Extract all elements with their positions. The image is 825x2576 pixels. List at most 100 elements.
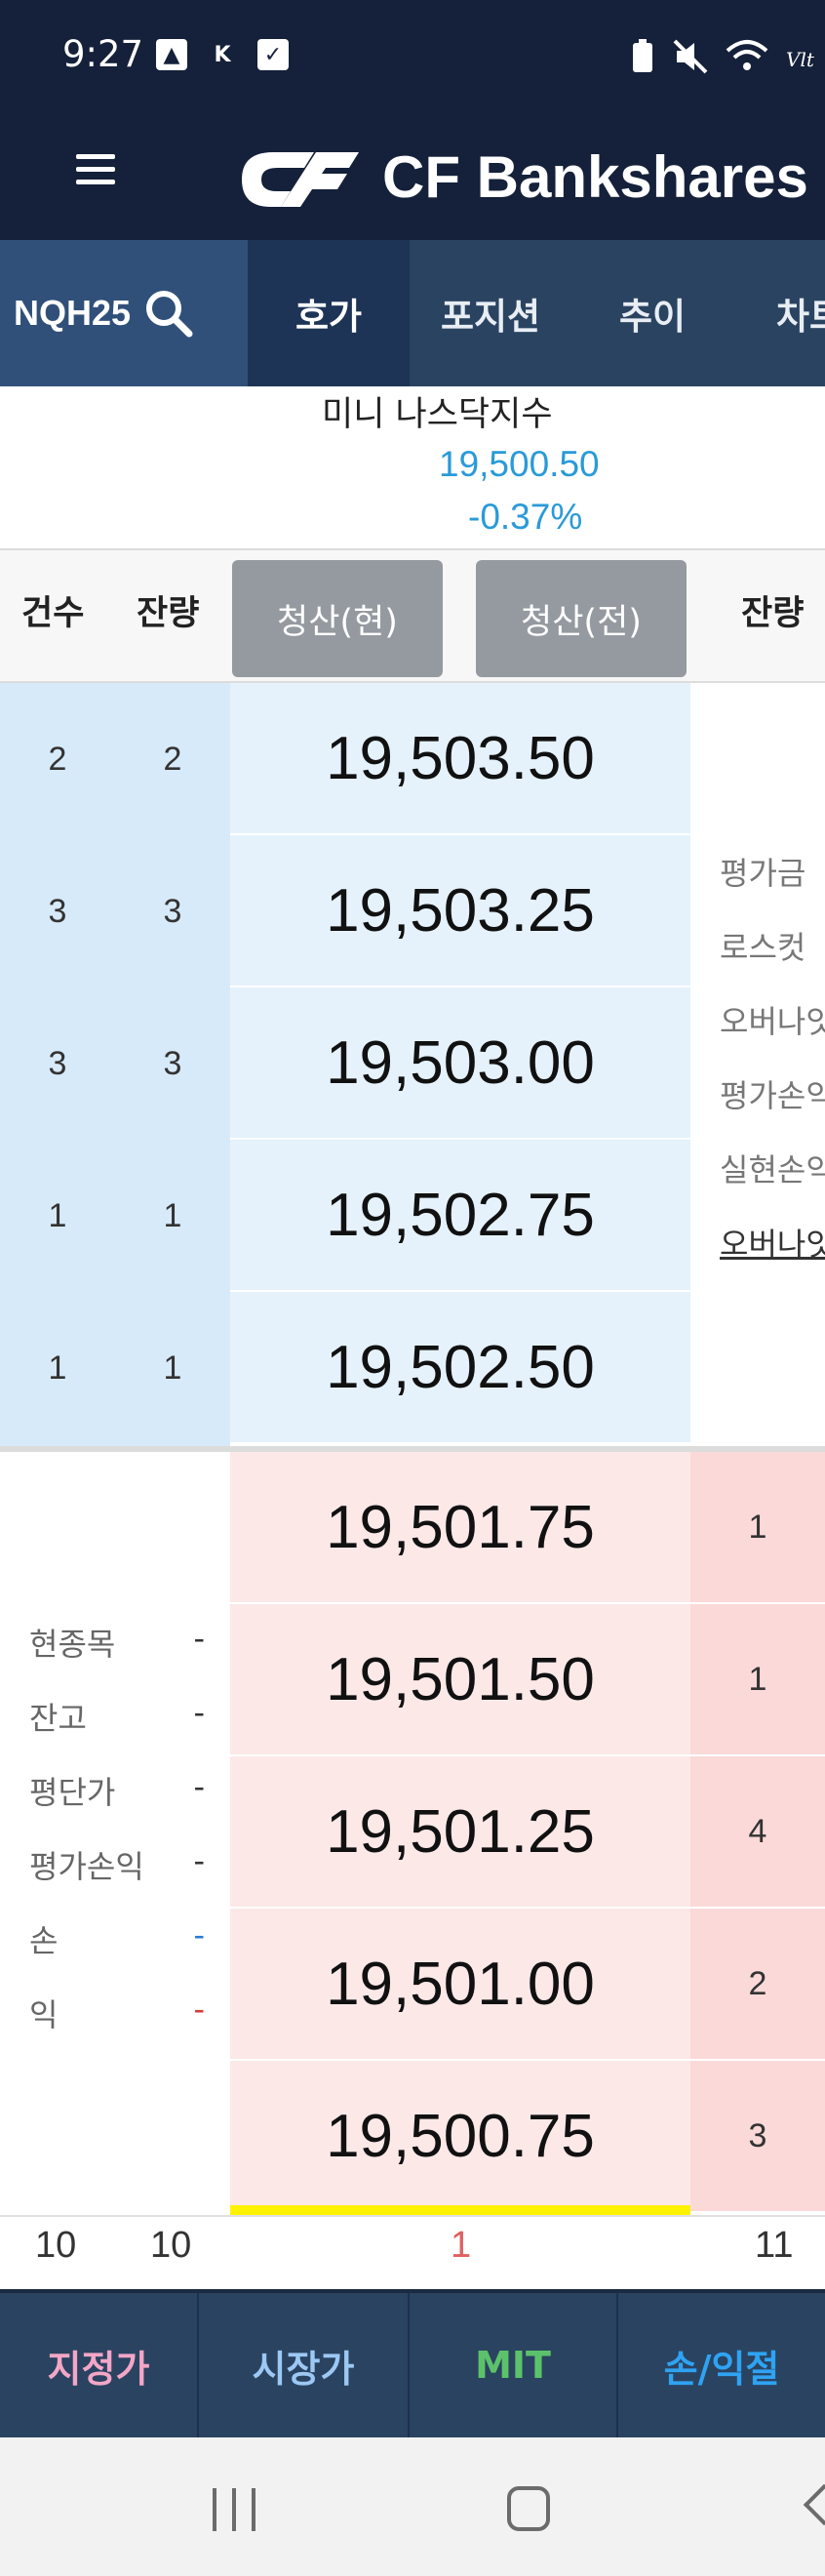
total-diff: 1 <box>451 2225 472 2266</box>
overnight-label: 오버나잇 <box>720 1003 825 1040</box>
total-sell-count: 10 <box>35 2225 77 2266</box>
status-bar: 9:27 ▲ K ✓ Vlt <box>0 0 825 115</box>
sell-qty: 2 <box>163 740 182 778</box>
status-time: 9:27 <box>62 33 144 75</box>
signal-icon: Vlt <box>786 48 815 71</box>
buy-qty: 1 <box>690 1452 825 1604</box>
buy-qty: 1 <box>690 1604 825 1756</box>
sell-qty: 3 <box>163 892 182 930</box>
order-type-bar: 지정가 시장가 MIT 손/익절 <box>0 2289 825 2437</box>
instrument-change: -0.37% <box>468 497 583 537</box>
position-label: 평단가 <box>29 1774 116 1811</box>
buy-price-cell[interactable]: 19,501.00 <box>230 1909 690 2061</box>
col-count-label: 건수 <box>21 594 85 633</box>
status-system-icons: Vlt <box>630 39 825 74</box>
position-label: 현종목 <box>29 1626 116 1663</box>
buy-qty: 2 <box>690 1909 825 2061</box>
buy-qty: 3 <box>690 2061 825 2213</box>
sell-orders: 2 2 19,503.50 3 3 19,503.25 3 3 19,503.0… <box>0 683 825 1446</box>
tab-trend[interactable]: 추이 <box>571 240 733 386</box>
buy-price-cell[interactable]: 19,501.25 <box>230 1756 690 1909</box>
buy-price-cell[interactable]: 19,501.50 <box>230 1604 690 1756</box>
tab-position[interactable]: 포지션 <box>410 240 571 386</box>
gallery-icon: ▲ <box>156 39 187 70</box>
home-icon[interactable] <box>507 2486 550 2531</box>
symbol-code: NQH25 <box>14 293 132 333</box>
app-notification-icon: K <box>214 42 231 67</box>
tab-bar: NQH25 호가 포지션 추이 차트 <box>0 240 825 386</box>
realized-pnl-label: 실현손익 <box>720 1151 825 1188</box>
instrument-price: 19,500.50 <box>439 444 600 484</box>
symbol-selector[interactable]: NQH25 <box>0 240 248 386</box>
total-buy-qty: 11 <box>755 2225 794 2266</box>
sell-price-cell[interactable]: 19,503.00 <box>230 987 690 1140</box>
mute-icon <box>673 39 708 74</box>
position-value: - <box>193 1916 205 1953</box>
wifi-icon <box>726 40 768 70</box>
position-label: 손 <box>29 1922 59 1959</box>
position-value: - <box>193 1842 205 1879</box>
eval-amount-label: 평가금 <box>720 855 806 892</box>
col-qty-right-label: 잔량 <box>741 594 805 633</box>
sell-price-cell[interactable]: 19,503.50 <box>230 683 690 835</box>
buy-price-cell[interactable]: 19,501.75 <box>230 1452 690 1604</box>
mit-order-button[interactable]: MIT <box>410 2293 618 2437</box>
sell-row: 1 1 19,502.75 <box>0 1140 690 1292</box>
totals-row: 10 10 1 11 <box>0 2215 825 2287</box>
tab-orderbook[interactable]: 호가 <box>248 240 410 386</box>
market-order-button[interactable]: 시장가 <box>199 2293 410 2437</box>
brand-name: CF Bankshares <box>382 144 808 210</box>
position-value: - <box>193 1620 205 1657</box>
sell-qty: 1 <box>163 1348 182 1387</box>
losscut-label: 로스컷 <box>720 929 806 966</box>
android-nav-bar <box>0 2437 825 2576</box>
stop-profit-button[interactable]: 손/익절 <box>618 2293 825 2437</box>
buy-qty: 4 <box>690 1756 825 1909</box>
position-row: 평가손익 - <box>29 1842 205 1893</box>
orderbook-column-header: 건수 잔량 청산(현) 청산(전) 잔량 <box>0 548 825 683</box>
buy-price-cell[interactable]: 19,500.75 <box>230 2061 690 2213</box>
account-summary-panel: 평가금 로스컷 오버나잇 평가손익 실현손익 오버나잇 <box>690 683 825 1446</box>
sell-price-cell[interactable]: 19,502.50 <box>230 1292 690 1444</box>
clear-all-button[interactable]: 청산(전) <box>476 560 687 677</box>
position-label: 평가손익 <box>29 1848 144 1885</box>
sell-qty: 1 <box>163 1196 182 1234</box>
sell-row: 1 1 19,502.50 <box>0 1292 690 1444</box>
recent-apps-icon[interactable] <box>213 2488 261 2531</box>
sell-count: 1 <box>48 1196 67 1234</box>
position-summary: 현종목 - 잔고 - 평단가 - 평가손익 - 손 - 익 - <box>0 1452 230 2209</box>
status-notification-icons: ▲ K ✓ <box>156 39 289 70</box>
sell-count: 3 <box>48 1044 67 1082</box>
limit-order-button[interactable]: 지정가 <box>0 2293 199 2437</box>
sell-count: 3 <box>48 892 67 930</box>
position-row: 손 - <box>29 1916 205 1967</box>
sell-row: 3 3 19,503.00 <box>0 987 690 1140</box>
col-qty-label: 잔량 <box>137 594 200 633</box>
total-sell-qty: 10 <box>150 2225 192 2266</box>
svg-text:Vlt: Vlt <box>786 48 815 71</box>
eval-pnl-label: 평가손익 <box>720 1077 825 1114</box>
clear-current-button[interactable]: 청산(현) <box>232 560 443 677</box>
tab-chart[interactable]: 차트 <box>733 240 825 386</box>
sell-row: 2 2 19,503.50 <box>0 683 690 835</box>
instrument-info: 미니 나스닥지수 19,500.50 -0.37% <box>0 386 825 548</box>
position-value: - <box>193 1694 205 1731</box>
sell-price-cell[interactable]: 19,502.75 <box>230 1140 690 1292</box>
position-value: - <box>193 1768 205 1805</box>
position-value: - <box>193 1991 205 2028</box>
cf-logo-icon <box>242 152 359 207</box>
sell-price-cell[interactable]: 19,503.25 <box>230 835 690 987</box>
app-header: CF Bankshares <box>0 115 825 240</box>
back-icon[interactable] <box>803 2483 825 2526</box>
sell-count: 2 <box>48 740 67 778</box>
checkbox-notification-icon: ✓ <box>257 39 289 70</box>
position-row: 잔고 - <box>29 1694 205 1745</box>
overnight-link[interactable]: 오버나잇 <box>720 1220 825 1265</box>
sell-row: 3 3 19,503.25 <box>0 835 690 987</box>
battery-saver-icon <box>633 39 652 72</box>
hamburger-menu-icon[interactable] <box>76 154 115 199</box>
sell-qty: 3 <box>163 1044 182 1082</box>
position-label: 익 <box>29 1996 59 2033</box>
search-icon <box>146 291 193 338</box>
position-row: 익 - <box>29 1991 205 2041</box>
